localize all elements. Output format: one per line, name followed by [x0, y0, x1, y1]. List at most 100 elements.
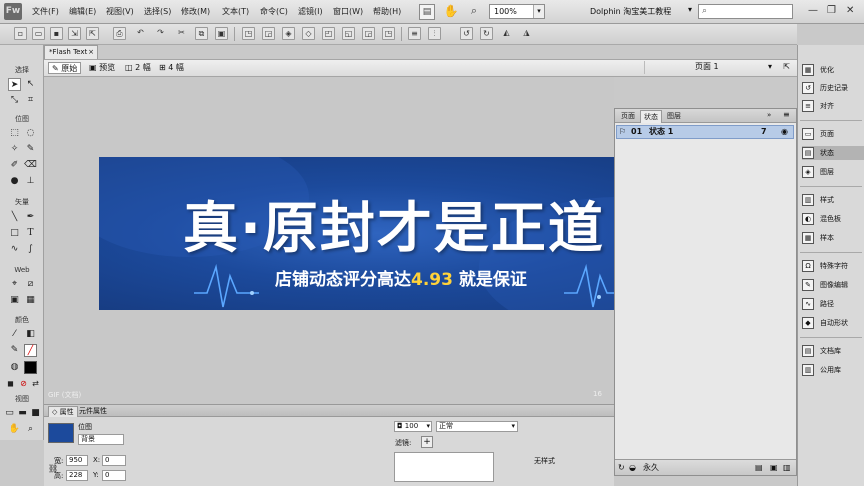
view-preview-button[interactable]: ▣ 预览	[86, 62, 118, 74]
menu-help[interactable]: 帮助(H)	[373, 6, 401, 17]
tab-pages[interactable]: 页面	[618, 110, 638, 123]
undo-icon[interactable]: ↶	[134, 27, 147, 40]
menu-commands[interactable]: 命令(C)	[260, 6, 288, 17]
join-icon[interactable]: ◈	[282, 27, 295, 40]
tab-states[interactable]: 状态	[640, 110, 662, 123]
full-screen-menu-icon[interactable]: ▬	[16, 407, 29, 420]
width-input[interactable]: 950	[66, 455, 88, 466]
menu-modify[interactable]: 修改(M)	[181, 6, 210, 17]
slice-tool-icon[interactable]: ⧄	[24, 278, 37, 291]
dock-image-edit[interactable]: ✎ 图像编辑	[802, 278, 864, 292]
panel-menu-icon[interactable]: ≡	[783, 110, 790, 119]
search-input[interactable]: ⌕	[698, 4, 793, 19]
fill-swatch[interactable]	[24, 361, 37, 374]
menu-file[interactable]: 文件(F)	[32, 6, 59, 17]
scale-tool-icon[interactable]: ⤡	[8, 94, 21, 107]
rectangle-tool-icon[interactable]: □	[8, 227, 21, 240]
stroke-color-icon[interactable]: ✎	[8, 344, 21, 357]
freeform-tool-icon[interactable]: ∿	[8, 243, 21, 256]
menu-window[interactable]: 窗口(W)	[333, 6, 363, 17]
default-colors-icon[interactable]: ◼	[4, 377, 17, 390]
rotate-left-icon[interactable]: ↺	[460, 27, 473, 40]
dock-path[interactable]: ∿ 路径	[802, 297, 864, 311]
style-select[interactable]: 无样式	[534, 456, 555, 466]
tab-symbol-properties[interactable]: 元件属性	[76, 406, 110, 417]
open-icon[interactable]: ▭	[32, 27, 45, 40]
lasso-tool-icon[interactable]: ◌	[24, 127, 37, 140]
menu-filters[interactable]: 滤镜(I)	[298, 6, 323, 17]
page-select[interactable]: 页面 1 ▾ ⇱	[644, 61, 794, 74]
document-tab[interactable]: *Flash Text ×	[44, 45, 98, 59]
pencil-tool-icon[interactable]: ✐	[8, 159, 21, 172]
eyedropper-tool-icon[interactable]: ⁄	[8, 328, 21, 341]
bring-front-icon[interactable]: ◰	[322, 27, 335, 40]
ungroup-icon[interactable]: ◲	[262, 27, 275, 40]
pen-tool-icon[interactable]: ✒	[24, 211, 37, 224]
dock-common-library[interactable]: ▥ 公用库	[802, 363, 864, 377]
bring-forward-icon[interactable]: ◱	[342, 27, 355, 40]
loop-icon[interactable]: ↻	[618, 460, 625, 475]
menu-edit[interactable]: 编辑(E)	[69, 6, 96, 17]
workspace-title[interactable]: Dolphin 淘宝美工教程	[590, 6, 671, 17]
close-tab-icon[interactable]: ×	[88, 46, 94, 59]
zoom-tool-icon[interactable]: ⌕	[24, 423, 37, 436]
dock-mixer[interactable]: ◐ 混色板	[802, 212, 864, 226]
dock-styles[interactable]: ▥ 样式	[802, 193, 864, 207]
dock-pages[interactable]: ▭ 页面	[802, 127, 864, 141]
minimize-icon[interactable]: —	[808, 5, 818, 16]
hide-slices-icon[interactable]: ▣	[8, 294, 21, 307]
blend-mode-select[interactable]: 正常 ▾	[436, 421, 518, 432]
send-backward-icon[interactable]: ◲	[362, 27, 375, 40]
dock-auto-shapes[interactable]: ◆ 自动形状	[802, 316, 864, 330]
dock-align[interactable]: ≡ 对齐	[802, 99, 864, 113]
export-icon[interactable]: ⇱	[86, 27, 99, 40]
new-icon[interactable]: ▫	[14, 27, 27, 40]
y-input[interactable]: 0	[102, 470, 126, 481]
duplicate-state-icon[interactable]: ▤	[755, 460, 763, 475]
collapse-panel-icon[interactable]: »	[767, 111, 771, 119]
height-input[interactable]: 228	[66, 470, 88, 481]
loop-mode-select[interactable]: 永久	[643, 460, 659, 475]
chevron-down-icon[interactable]: ▾	[688, 5, 692, 14]
banner-image[interactable]: 真·原封才是正道 店铺动态评分高达4.93 就是保证	[99, 157, 614, 310]
dock-layers[interactable]: ◈ 图层	[802, 165, 864, 179]
stamp-tool-icon[interactable]: ⊥	[24, 175, 37, 188]
copy-icon[interactable]: ⧉	[195, 27, 208, 40]
tab-properties[interactable]: ◇ 属性	[48, 406, 78, 417]
cut-icon[interactable]: ✂	[175, 27, 188, 40]
zoom-select[interactable]: 100% ▾	[489, 4, 545, 19]
view-2up-button[interactable]: ◫ 2 幅	[122, 62, 154, 74]
distribute-icon[interactable]: ⫶	[428, 27, 441, 40]
knife-tool-icon[interactable]: ∫	[24, 243, 37, 256]
hand-icon[interactable]: ✋	[443, 4, 459, 20]
state-row[interactable]: ⚐ 01 状态 1 7 ◉	[616, 125, 794, 139]
blur-tool-icon[interactable]: ●	[8, 175, 21, 188]
add-filter-icon[interactable]: +	[421, 436, 433, 448]
dock-history[interactable]: ↺ 历史记录	[802, 81, 864, 95]
lock-proportions-icon[interactable]: ⛓	[48, 464, 58, 473]
subselect-tool-icon[interactable]: ↖	[24, 78, 37, 91]
maximize-icon[interactable]: ❐	[827, 5, 836, 16]
crop-tool-icon[interactable]: ⌗	[24, 94, 37, 107]
dock-special-chars[interactable]: Ω 特殊字符	[802, 259, 864, 273]
layout-icon[interactable]: ▤	[419, 4, 435, 20]
flip-horizontal-icon[interactable]: ◭	[500, 27, 513, 40]
new-state-icon[interactable]: ▣	[770, 460, 778, 475]
paste-icon[interactable]: ▣	[215, 27, 228, 40]
standard-screen-icon[interactable]: ▭	[3, 407, 16, 420]
object-name-input[interactable]: 背景	[78, 434, 124, 445]
tab-layers[interactable]: 图层	[664, 110, 684, 123]
pointer-tool-icon[interactable]: ➤	[8, 78, 21, 91]
dock-states[interactable]: ▤ 状态	[802, 146, 864, 160]
import-icon[interactable]: ⇲	[68, 27, 81, 40]
text-tool-icon[interactable]: T	[24, 227, 37, 240]
filters-list[interactable]	[394, 452, 494, 482]
view-original-button[interactable]: ✎ 原始	[48, 62, 82, 74]
marquee-tool-icon[interactable]: ⬚	[8, 127, 21, 140]
hand-tool-icon[interactable]: ✋	[8, 423, 21, 436]
dock-optimize[interactable]: ▦ 优化	[802, 63, 864, 77]
menu-text[interactable]: 文本(T)	[222, 6, 249, 17]
group-icon[interactable]: ◳	[242, 27, 255, 40]
print-icon[interactable]: ⎙	[113, 27, 126, 40]
delete-state-icon[interactable]: ▥	[783, 460, 791, 475]
